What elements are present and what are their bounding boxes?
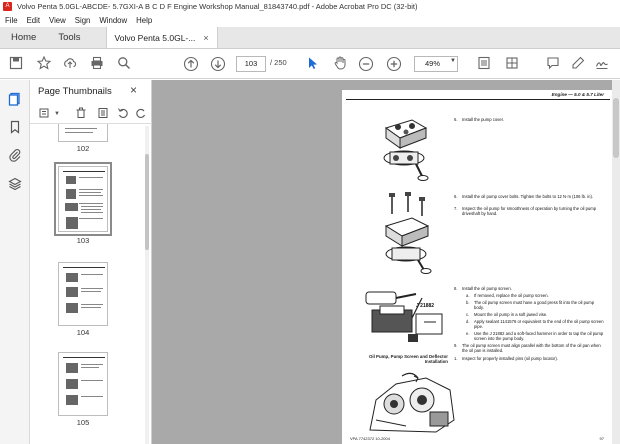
page-thumbnail[interactable] [58,352,108,416]
oil-pump-bolts-figure [384,192,432,274]
tab-document[interactable]: Volvo Penta 5.0GL-... × [105,27,218,48]
step-number: 9. [454,343,458,348]
menu-file[interactable]: File [5,16,18,25]
step-text: Install the oil pump cover bolts. Tighte… [462,194,594,199]
step-number: c. [466,312,470,317]
page-thumbnails-panel: Page Thumbnails × ▼ 102 103 104 105 [30,80,152,444]
options-dropdown-icon[interactable]: ▼ [50,107,64,121]
next-page-icon[interactable] [210,56,226,72]
page-thumbnail-selected[interactable] [54,162,112,236]
page-number-footer: 97 [599,436,604,441]
step-text: Inspect for properly installed pins (oil… [462,356,558,361]
page-thumbnail[interactable] [58,124,108,142]
rotate-counterclockwise-icon[interactable] [116,107,130,121]
save-icon[interactable] [8,56,24,72]
step-number: 7. [454,206,458,211]
header-rule [346,99,610,100]
oil-pump-cover-figure [383,119,429,181]
thumbnail-page-label: 103 [76,236,90,245]
highlight-pen-icon[interactable] [570,56,586,72]
step-number: b. [466,300,470,305]
pdf-page: Engine — 5.0 & 5.7 Liter 6. Install the … [342,90,614,444]
step-text: Install the pump cover. [462,117,504,122]
thumbnail-tools: ▼ [30,104,152,124]
comment-icon[interactable] [545,56,561,72]
document-scrollbar[interactable] [612,80,620,444]
step-text: If removed, replace the oil pump screen. [474,293,549,298]
delete-page-icon[interactable] [74,107,88,121]
previous-page-icon[interactable] [183,56,199,72]
bookmarks-icon[interactable] [8,120,22,134]
step-number: 1. [454,356,458,361]
page-header: Engine — 5.0 & 5.7 Liter [551,92,604,97]
step-text: The oil pump screen must align parallel … [462,343,601,354]
layers-icon[interactable] [8,177,22,191]
search-icon[interactable] [116,56,132,72]
upload-cloud-icon[interactable] [62,56,78,72]
step-number: 6. [454,194,458,199]
step-number: 6. [454,117,458,122]
oil-pump-screen-figure [365,291,443,342]
navigation-rail [0,80,30,444]
zoom-in-icon[interactable] [386,56,402,72]
close-tab-icon[interactable]: × [203,33,208,43]
thumbnail-page-label: 102 [76,144,90,153]
scrollbar-thumb[interactable] [145,154,149,250]
menu-edit[interactable]: Edit [27,16,40,25]
acrobat-icon: A [3,2,12,11]
menu-help[interactable]: Help [136,16,152,25]
step-text: Install the oil pump screen. [462,286,512,291]
document-view[interactable]: Engine — 5.0 & 5.7 Liter 6. Install the … [152,80,620,444]
menu-window[interactable]: Window [99,16,127,25]
tool-label: J 21882 [416,303,435,309]
rotate-clockwise-icon[interactable] [134,107,148,121]
step-text: Apply sealant 1141576 or equivalent to t… [474,319,604,330]
select-cursor-icon[interactable] [305,56,321,72]
title-bar: A Volvo Penta 5.0GL-ABCDE- 5.7GXI-A B C … [0,0,620,13]
thumbnails-scrollbar[interactable] [145,126,149,444]
attachments-icon[interactable] [8,148,22,162]
zoom-out-icon[interactable] [358,56,374,72]
menu-bar: File Edit View Sign Window Help [0,13,620,27]
thumbnail-page-label: 104 [76,328,90,337]
thumbnails-panel-title: Page Thumbnails [38,86,112,97]
page-total: / 250 [270,58,287,67]
tab-tools[interactable]: Tools [47,27,91,48]
insert-page-icon[interactable] [96,107,110,121]
zoom-dropdown-icon[interactable]: ▼ [450,58,456,64]
step-number: a. [466,293,470,298]
hand-tool-icon[interactable] [332,56,348,72]
menu-view[interactable]: View [49,16,66,25]
window-title: Volvo Penta 5.0GL-ABCDE- 5.7GXI-A B C D … [17,2,418,11]
page-number-input[interactable]: 103 [236,56,266,72]
step-number: d. [466,319,470,324]
scroll-mode-icon[interactable] [504,56,520,72]
tab-document-label: Volvo Penta 5.0GL-... [114,32,196,43]
bookmark-star-icon[interactable] [36,55,52,72]
page-footer-left: VPA 7742372 10-2004 [350,436,390,441]
print-icon[interactable] [89,56,105,72]
close-panel-icon[interactable]: × [130,83,137,97]
step-text: The oil pump screen must have a good pre… [474,300,595,311]
tab-bar: Home Tools Volvo Penta 5.0GL-... × [0,27,620,49]
step-number: e. [466,331,470,336]
menu-sign[interactable]: Sign [75,16,91,25]
toolbar: 103 / 250 49% ▼ [0,49,620,79]
scrollbar-thumb[interactable] [613,98,619,158]
page-thumbnail[interactable] [58,262,108,326]
engine-block-figure [369,372,455,433]
step-text: Use the J 21882 and a soft-faced hammer … [474,331,604,342]
step-number: 8. [454,286,458,291]
fit-page-icon[interactable] [476,56,492,72]
section-heading: Oil Pump, Pump Screen and Deflector Inst… [368,354,448,365]
page-thumbnails-icon[interactable] [8,92,22,106]
sign-icon[interactable] [594,56,610,72]
tab-home[interactable]: Home [0,27,47,48]
step-text: Mount the oil pump in a soft jawed vise. [474,312,548,317]
step-text: Inspect the oil pump for smoothness of o… [462,206,597,217]
thumbnail-page-label: 105 [76,418,90,427]
